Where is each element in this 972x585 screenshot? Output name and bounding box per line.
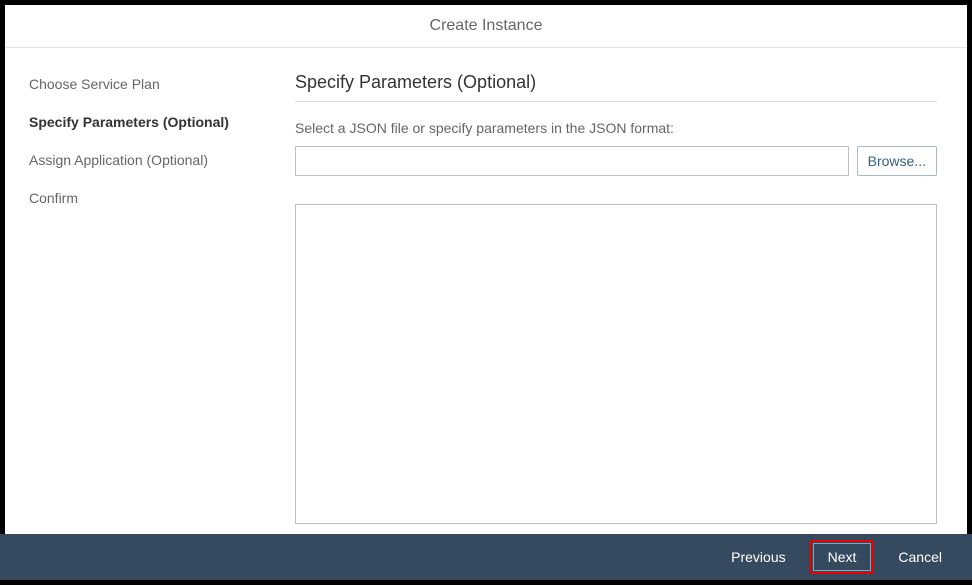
json-parameters-textarea[interactable] [295, 204, 937, 524]
step-choose-service-plan[interactable]: Choose Service Plan [29, 76, 295, 92]
file-path-input[interactable] [295, 146, 849, 176]
main-panel: Specify Parameters (Optional) Select a J… [295, 48, 967, 580]
dialog-title: Create Instance [5, 5, 967, 48]
panel-title: Specify Parameters (Optional) [295, 72, 937, 102]
next-button[interactable]: Next [813, 543, 872, 571]
step-assign-application[interactable]: Assign Application (Optional) [29, 152, 295, 168]
dialog-body: Choose Service Plan Specify Parameters (… [5, 48, 967, 580]
step-confirm[interactable]: Confirm [29, 190, 295, 206]
browse-button[interactable]: Browse... [857, 146, 937, 176]
cancel-button[interactable]: Cancel [886, 542, 954, 572]
instruction-text: Select a JSON file or specify parameters… [295, 120, 937, 136]
create-instance-dialog: Create Instance Choose Service Plan Spec… [5, 5, 967, 580]
dialog-footer: Previous Next Cancel [0, 534, 972, 580]
previous-button[interactable]: Previous [719, 542, 797, 572]
next-highlight: Next [810, 540, 875, 574]
wizard-steps: Choose Service Plan Specify Parameters (… [5, 48, 295, 580]
step-specify-parameters[interactable]: Specify Parameters (Optional) [29, 114, 295, 130]
file-row: Browse... [295, 146, 937, 176]
